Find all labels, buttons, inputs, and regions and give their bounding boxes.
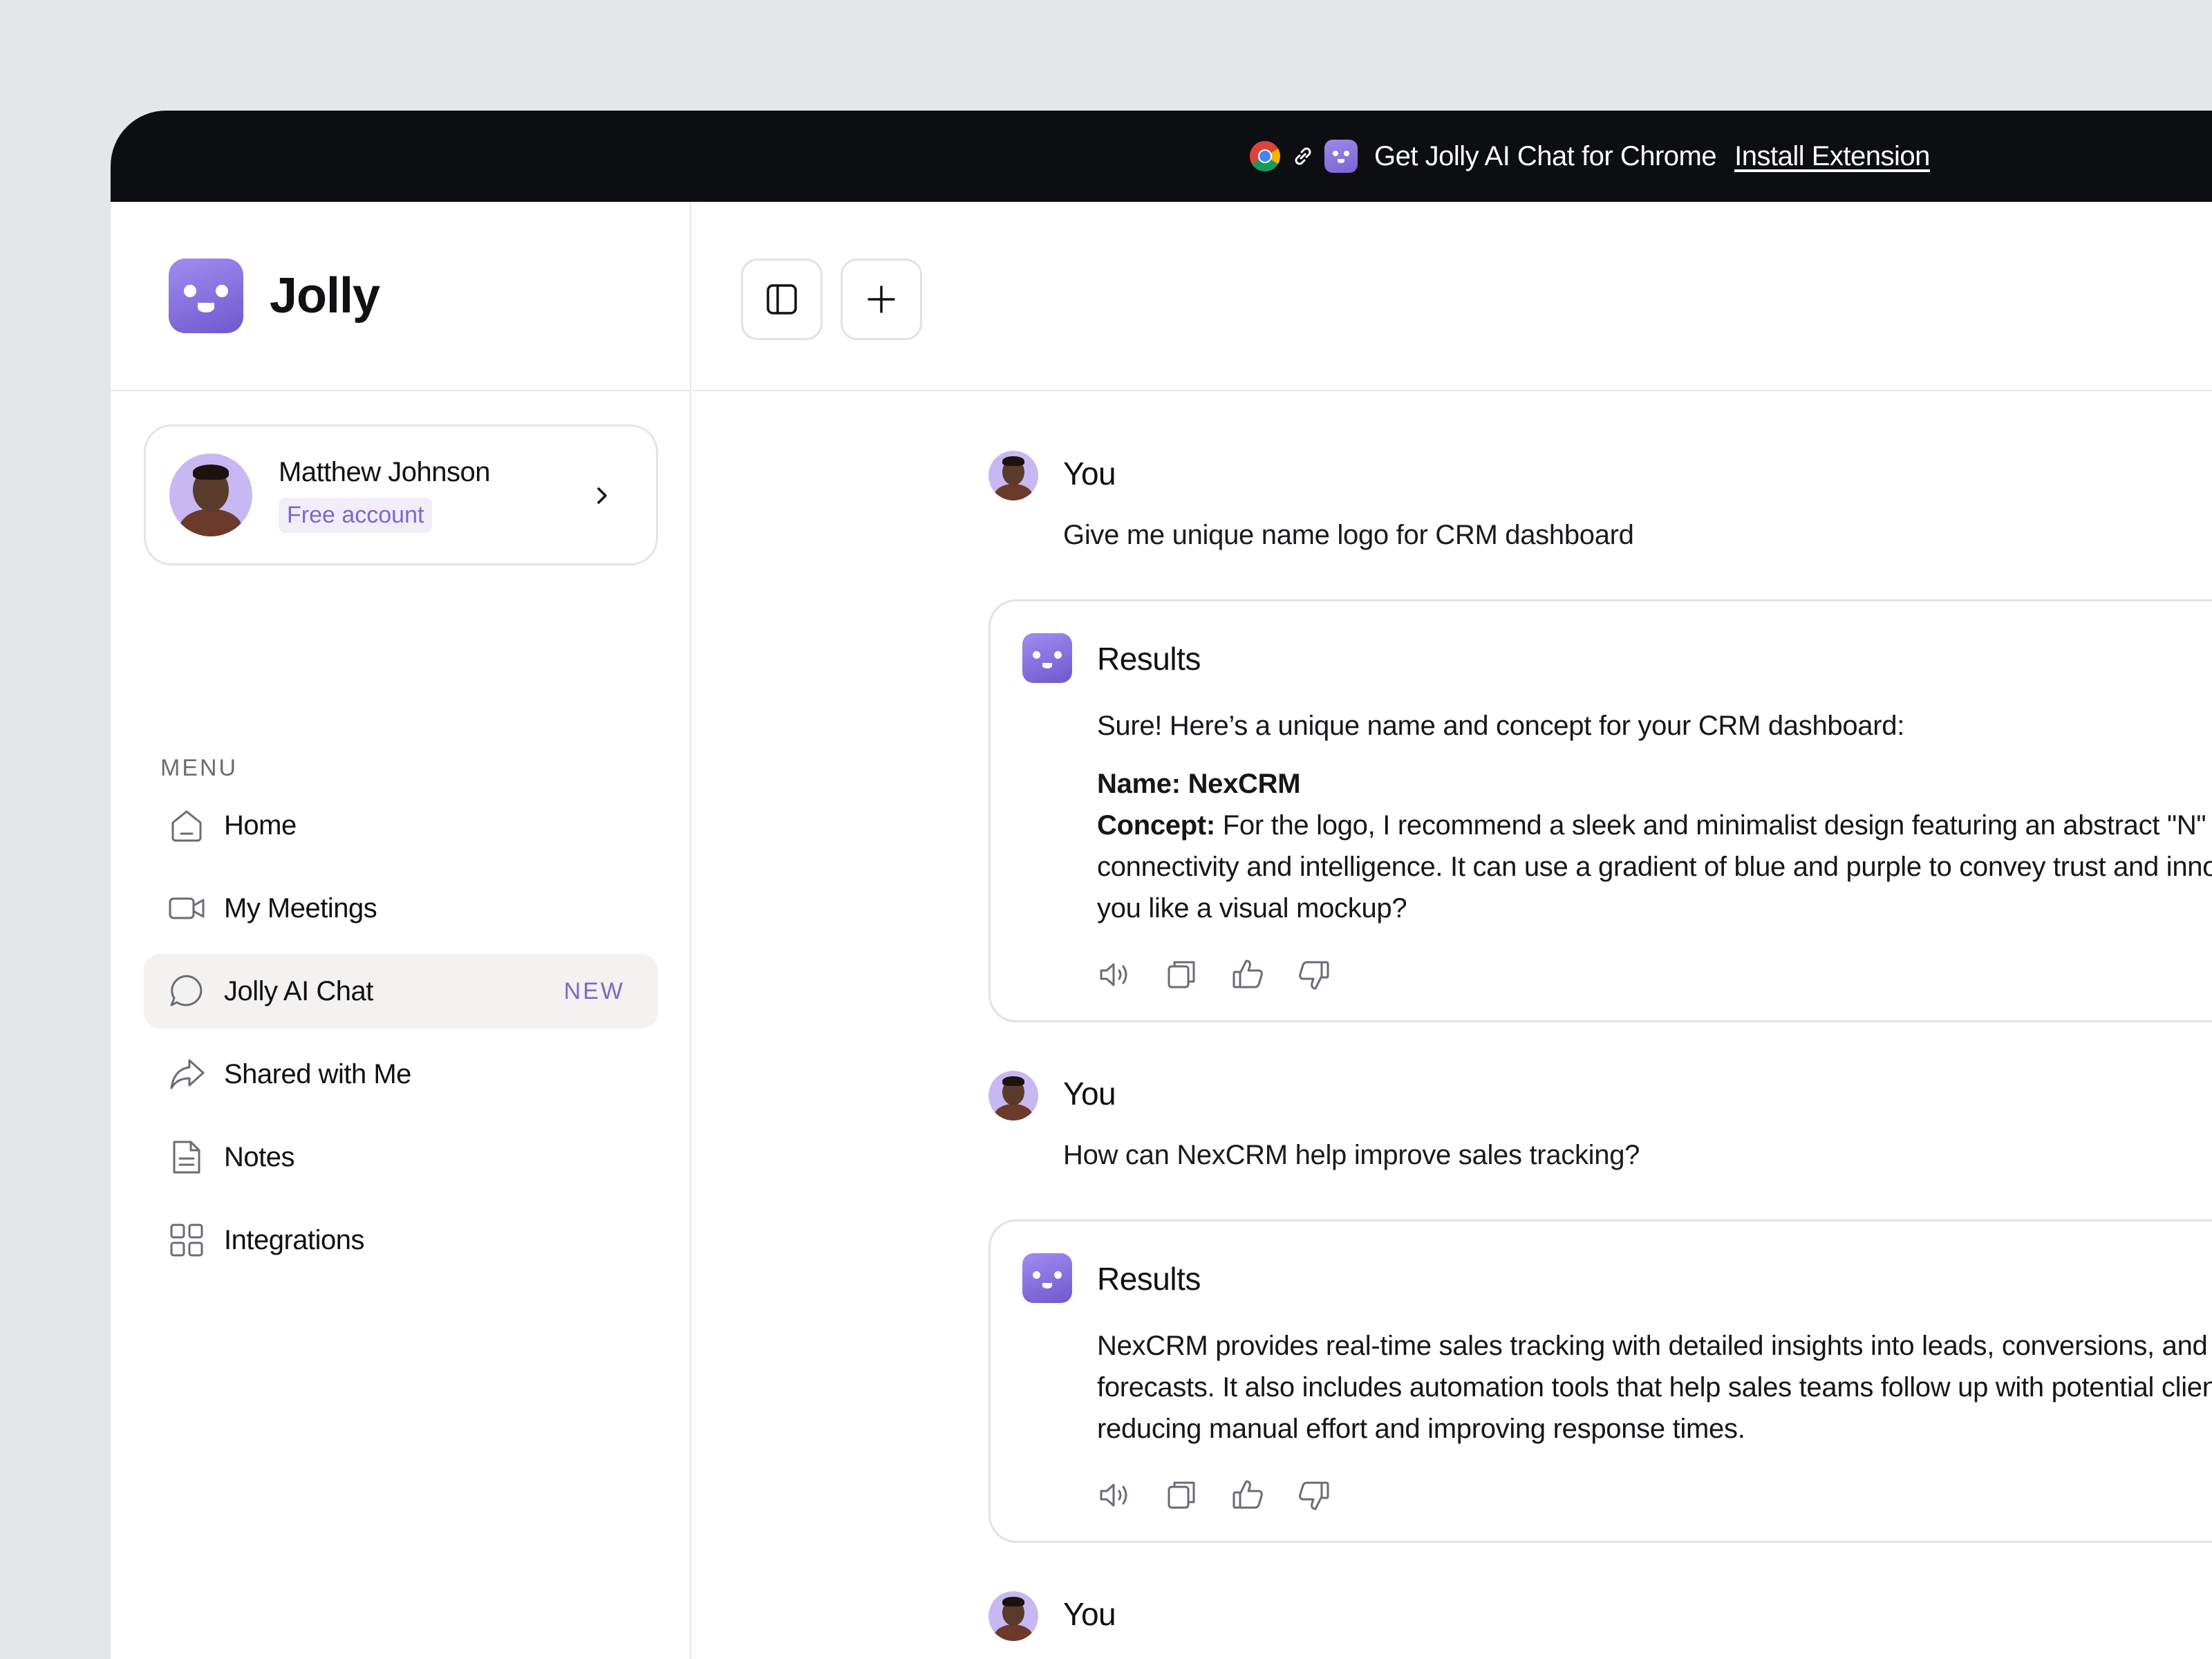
- result-body: Sure! Here’s a unique name and concept f…: [1097, 705, 2212, 929]
- avatar: [988, 1071, 1038, 1121]
- concept-line: you like a visual mockup?: [1097, 893, 1407, 924]
- concept-line: For the logo, I recommend a sleek and mi…: [1222, 810, 2212, 841]
- user-message-header: You: [988, 1591, 2212, 1659]
- promo-text: Get Jolly AI Chat for Chrome: [1374, 140, 1717, 171]
- sidebar-item-label: Integrations: [224, 1224, 365, 1255]
- result-actions: [1097, 957, 2212, 993]
- plus-icon: [868, 285, 895, 313]
- result-title: Results: [1097, 641, 1201, 677]
- sidebar-item-label: Jolly AI Chat: [224, 975, 373, 1006]
- result-card: Results 1 Sure! Here’s a unique name and…: [988, 599, 2212, 1022]
- user-message-header: You: [988, 451, 2212, 520]
- user-message-text: How can NexCRM help improve sales tracki…: [1063, 1140, 1640, 1170]
- sidebar-item-label: Home: [224, 809, 297, 841]
- result-card: Results NexCRM provides real-time sales …: [988, 1219, 2212, 1543]
- main-panel: You Give me unique name logo for CRM das…: [693, 202, 2212, 1659]
- thumbs-up-icon[interactable]: [1230, 1477, 1266, 1513]
- thumbs-down-icon[interactable]: [1296, 1477, 1332, 1513]
- avatar: [988, 451, 1038, 500]
- result-name: Name: NexCRM: [1097, 769, 1301, 799]
- brand: Jolly: [111, 202, 690, 391]
- speaker-icon[interactable]: [1097, 957, 1133, 993]
- message-author: You: [1063, 456, 1116, 491]
- sidebar-toggle-icon: [767, 284, 797, 315]
- profile-card[interactable]: Matthew Johnson Free account: [144, 424, 658, 565]
- sidebar: Jolly Matthew Johnson Free account MENU: [111, 202, 691, 1659]
- brand-name: Jolly: [270, 268, 380, 324]
- document-icon: [173, 1141, 200, 1174]
- message-author: You: [1063, 1596, 1116, 1632]
- avatar: [169, 453, 252, 536]
- jolly-logo-icon: [1022, 633, 1072, 683]
- speaker-icon[interactable]: [1097, 1477, 1133, 1513]
- result-actions: [1097, 1477, 2212, 1513]
- avatar: [988, 1591, 1038, 1641]
- promo-banner: Get Jolly AI Chat for Chrome Install Ext…: [111, 111, 2212, 202]
- sidebar-menu: Home My Meetings Jolly AI Chat NEW Share…: [144, 788, 658, 1286]
- result-line: NexCRM provides real-time sales tracking…: [1097, 1331, 2212, 1361]
- jolly-mini-logo-icon: [1324, 140, 1358, 173]
- concept-line: connectivity and intelligence. It can us…: [1097, 852, 2212, 882]
- toggle-sidebar-button[interactable]: [741, 259, 823, 340]
- thumbs-down-icon[interactable]: [1296, 957, 1332, 993]
- sidebar-item-label: Shared with Me: [224, 1058, 411, 1089]
- user-message-header: You: [988, 1071, 2212, 1140]
- sidebar-item-label: My Meetings: [224, 892, 377, 924]
- sidebar-item-label: Notes: [224, 1141, 295, 1172]
- message-author: You: [1063, 1076, 1116, 1112]
- install-extension-link[interactable]: Install Extension: [1734, 141, 1930, 172]
- sidebar-item-notes[interactable]: Notes: [144, 1120, 658, 1194]
- result-line: reducing manual effort and improving res…: [1097, 1414, 1745, 1444]
- profile-name: Matthew Johnson: [279, 457, 491, 487]
- result-body: NexCRM provides real-time sales tracking…: [1097, 1325, 2212, 1450]
- copy-icon[interactable]: [1163, 1477, 1199, 1513]
- chat-bubble-icon: [170, 975, 203, 1006]
- menu-title: MENU: [160, 755, 238, 781]
- result-line: forecasts. It also includes automation t…: [1097, 1372, 2212, 1403]
- result-title: Results: [1097, 1261, 1201, 1297]
- link-icon: [1295, 147, 1311, 165]
- result-intro: Sure! Here’s a unique name and concept f…: [1097, 711, 1905, 741]
- chrome-icon: [1250, 141, 1280, 171]
- video-icon: [169, 897, 205, 919]
- chevron-right-icon[interactable]: [590, 483, 615, 508]
- concept-label: Concept:: [1097, 810, 1215, 841]
- thumbs-up-icon[interactable]: [1230, 957, 1266, 993]
- share-arrow-icon: [170, 1059, 205, 1089]
- toolbar: [693, 202, 2212, 391]
- new-badge: NEW: [563, 977, 625, 1004]
- plan-badge: Free account: [279, 498, 433, 533]
- app-window: Get Jolly AI Chat for Chrome Install Ext…: [111, 111, 2212, 1659]
- chat-thread: You Give me unique name logo for CRM das…: [988, 451, 2212, 1659]
- home-icon: [171, 810, 202, 842]
- new-chat-button[interactable]: [841, 259, 922, 340]
- user-message-text: Give me unique name logo for CRM dashboa…: [1063, 520, 1634, 550]
- sidebar-item-home[interactable]: Home: [144, 788, 658, 863]
- sidebar-item-shared-with-me[interactable]: Shared with Me: [144, 1037, 658, 1112]
- jolly-logo-icon: [1022, 1253, 1072, 1303]
- jolly-logo-icon: [169, 259, 243, 333]
- copy-icon[interactable]: [1163, 957, 1199, 993]
- sidebar-item-my-meetings[interactable]: My Meetings: [144, 871, 658, 946]
- grid-icon: [170, 1224, 203, 1257]
- sidebar-item-jolly-ai-chat[interactable]: Jolly AI Chat NEW: [144, 954, 658, 1029]
- sidebar-item-integrations[interactable]: Integrations: [144, 1203, 658, 1277]
